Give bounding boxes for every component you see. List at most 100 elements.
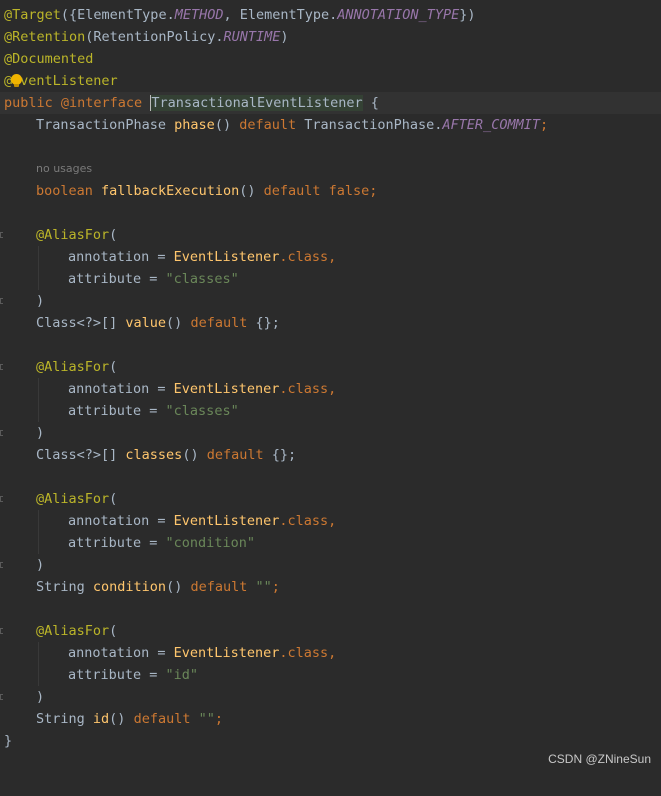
- code-token: .class: [279, 645, 329, 661]
- code-token: (): [182, 447, 207, 463]
- closing-brace-line: }: [0, 730, 661, 752]
- alias-annotation-4: annotation = EventListener.class,: [0, 642, 661, 664]
- code-token: annotation =: [68, 513, 174, 529]
- condition-declaration: String condition() default "";: [0, 576, 661, 598]
- code-token: phase: [174, 117, 215, 133]
- code-token: value: [125, 315, 167, 331]
- lightbulb-icon[interactable]: [11, 74, 22, 87]
- code-token: EventListener: [173, 381, 280, 397]
- fold-marker-icon[interactable]: [0, 298, 3, 304]
- code-token: @AliasFor: [36, 491, 110, 507]
- code-line-8: boolean fallbackExecution() default fals…: [0, 180, 661, 202]
- code-token: default: [263, 183, 321, 199]
- fold-marker-icon[interactable]: [0, 232, 3, 238]
- code-token: fallbackExecution: [101, 183, 240, 199]
- code-token: false: [328, 183, 370, 199]
- code-token: ;: [214, 711, 224, 727]
- code-token: RUNTIME: [223, 29, 281, 45]
- code-token: TransactionPhase.: [296, 117, 443, 133]
- code-token: annotation =: [68, 645, 174, 661]
- code-line-3: @Documented: [0, 48, 661, 70]
- code-token: {};: [263, 447, 297, 463]
- code-token: condition: [92, 579, 167, 595]
- classes-declaration: Class<?>[] classes() default {};: [0, 444, 661, 466]
- fold-marker-icon[interactable]: [0, 628, 3, 634]
- code-token: (: [109, 623, 118, 639]
- code-token: TransactionPhase: [36, 117, 175, 133]
- fold-marker-icon[interactable]: [0, 430, 3, 436]
- code-token: @interface: [52, 95, 151, 111]
- code-token: (RetentionPolicy.: [85, 29, 224, 45]
- alias-annotation-2: annotation = EventListener.class,: [0, 378, 661, 400]
- no-usages-hint[interactable]: no usages: [36, 158, 92, 180]
- code-line-6: TransactionPhase phase() default Transac…: [0, 114, 661, 136]
- code-token: default: [206, 447, 264, 463]
- code-token: ,: [328, 381, 337, 397]
- code-token: (): [214, 117, 240, 133]
- code-line-1: @Target({ElementType.METHOD, ElementType…: [0, 4, 661, 26]
- alias-close-1: ): [0, 290, 661, 312]
- documented-annotation: @Documented: [4, 51, 94, 67]
- fold-marker-icon[interactable]: [0, 364, 3, 370]
- event-listener-annotation: ventListener: [20, 73, 118, 89]
- alias-for-open-4: @AliasFor(: [0, 620, 661, 642]
- code-token: ): [36, 293, 45, 309]
- fold-marker-icon[interactable]: [0, 562, 3, 568]
- alias-for-open-2: @AliasFor(: [0, 356, 661, 378]
- code-token: (): [166, 315, 191, 331]
- code-token: attribute =: [68, 667, 166, 683]
- code-token: (): [109, 711, 134, 727]
- alias-attribute-3: attribute = "condition": [0, 532, 661, 554]
- code-token: (: [109, 227, 118, 243]
- code-token: default: [239, 117, 297, 133]
- fold-marker-icon[interactable]: [0, 694, 3, 700]
- code-token: ,: [328, 513, 337, 529]
- alias-for-open-3: @AliasFor(: [0, 488, 661, 510]
- code-token: (): [239, 183, 264, 199]
- code-token: attribute =: [68, 271, 166, 287]
- code-token: "id": [165, 667, 199, 683]
- code-token: default: [190, 579, 248, 595]
- alias-close-2: ): [0, 422, 661, 444]
- alias-annotation-1: annotation = EventListener.class,: [0, 246, 661, 268]
- alias-attribute-1: attribute = "classes": [0, 268, 661, 290]
- code-token: EventListener: [173, 645, 280, 661]
- code-token: .class: [279, 513, 329, 529]
- code-line-2: @Retention(RetentionPolicy.RUNTIME): [0, 26, 661, 48]
- retention-annotation: @Retention: [4, 29, 86, 45]
- code-line-4: @ ventListener: [0, 70, 661, 92]
- code-token: , ElementType.: [223, 7, 338, 23]
- code-token: @AliasFor: [36, 227, 110, 243]
- code-token: ANNOTATION_TYPE: [337, 7, 460, 23]
- csdn-watermark: CSDN @ZNineSun: [548, 752, 651, 766]
- code-token: ,: [328, 645, 337, 661]
- code-token: Class<?>[]: [36, 315, 126, 331]
- alias-attribute-4: attribute = "id": [0, 664, 661, 686]
- code-token: annotation =: [68, 381, 174, 397]
- code-token: public: [4, 95, 53, 111]
- code-editor[interactable]: @Target({ElementType.METHOD, ElementType…: [0, 0, 661, 774]
- interface-name[interactable]: TransactionalEventListener: [150, 95, 363, 111]
- code-token: annotation =: [68, 249, 174, 265]
- code-token: attribute =: [68, 535, 166, 551]
- code-token: ;: [369, 183, 378, 199]
- code-token: ): [280, 29, 289, 45]
- code-token: String: [36, 579, 93, 595]
- id-declaration: String id() default "";: [0, 708, 661, 730]
- code-token: .class: [279, 381, 329, 397]
- code-token: ({ElementType.: [60, 7, 175, 23]
- code-token: "classes": [165, 403, 239, 419]
- code-token: }): [459, 7, 476, 23]
- code-token: ): [36, 557, 45, 573]
- code-token: attribute =: [68, 403, 166, 419]
- code-token: {: [362, 95, 379, 111]
- alias-annotation-3: annotation = EventListener.class,: [0, 510, 661, 532]
- code-token: EventListener: [173, 249, 280, 265]
- code-token: ,: [328, 249, 337, 265]
- fold-marker-icon[interactable]: [0, 496, 3, 502]
- value-declaration: Class<?>[] value() default {};: [0, 312, 661, 334]
- code-token: EventListener: [173, 513, 280, 529]
